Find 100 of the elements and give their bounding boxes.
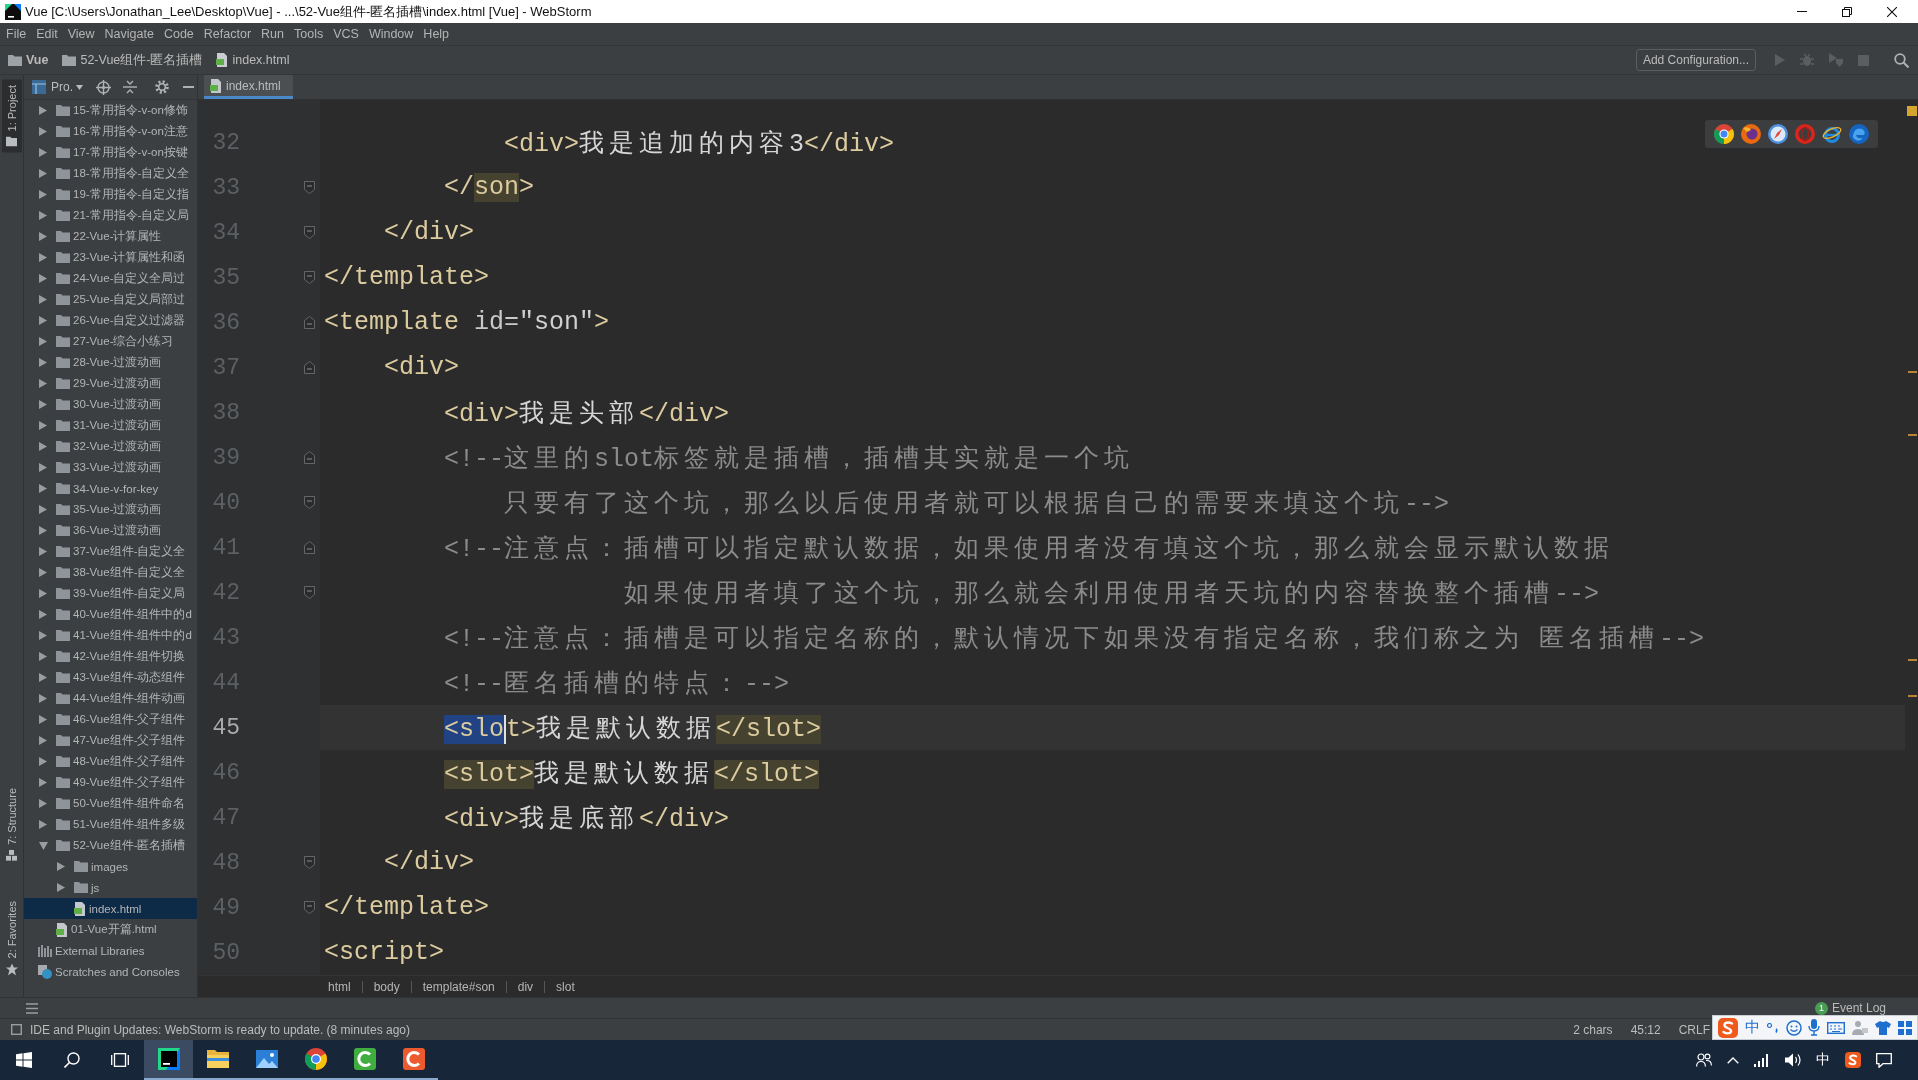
tree-item[interactable]: 32-Vue-过渡动画 bbox=[24, 436, 197, 457]
caret-position[interactable]: 45:12 bbox=[1630, 1022, 1661, 1037]
caret-right-icon[interactable] bbox=[39, 232, 47, 241]
caret-right-icon[interactable] bbox=[39, 148, 47, 157]
browser-icon[interactable] bbox=[1822, 124, 1842, 144]
caret-right-icon[interactable] bbox=[57, 883, 65, 892]
tree-item[interactable]: 19-常用指令-自定义指 bbox=[24, 184, 197, 205]
restore-icon[interactable] bbox=[1842, 6, 1852, 17]
fold-end-icon[interactable] bbox=[304, 901, 315, 914]
caret-right-icon[interactable] bbox=[39, 778, 47, 787]
frame-icon[interactable] bbox=[11, 1024, 22, 1035]
tree-item[interactable]: 43-Vue组件-动态组件 bbox=[24, 667, 197, 688]
caret-right-icon[interactable] bbox=[39, 106, 47, 115]
view-selector[interactable]: Pro. bbox=[51, 80, 83, 94]
menu-item[interactable]: View bbox=[62, 27, 100, 41]
tree-item[interactable]: 21-常用指令-自定义局 bbox=[24, 205, 197, 226]
tree-item[interactable]: 18-常用指令-自定义全 bbox=[24, 163, 197, 184]
caret-right-icon[interactable] bbox=[39, 295, 47, 304]
caret-right-icon[interactable] bbox=[39, 547, 47, 556]
settings-icon[interactable] bbox=[155, 80, 169, 94]
tree-item[interactable]: 16-常用指令-v-on注意 bbox=[24, 121, 197, 142]
caret-right-icon[interactable] bbox=[39, 421, 47, 430]
tree-item[interactable]: js bbox=[24, 877, 197, 898]
caret-right-icon[interactable] bbox=[39, 400, 47, 409]
taskbar-app[interactable] bbox=[144, 1040, 193, 1080]
caret-right-icon[interactable] bbox=[39, 652, 47, 661]
menu-item[interactable]: Help bbox=[418, 27, 455, 41]
caret-right-icon[interactable] bbox=[39, 757, 47, 766]
caret-right-icon[interactable] bbox=[39, 127, 47, 136]
tree-item[interactable]: 17-常用指令-v-on按键 bbox=[24, 142, 197, 163]
menu-item[interactable]: File bbox=[1, 27, 32, 41]
keyboard-icon[interactable] bbox=[1827, 1021, 1846, 1034]
ime-mode[interactable]: 中 bbox=[1745, 1018, 1761, 1037]
tree-item[interactable]: images bbox=[24, 856, 197, 877]
browser-icon[interactable] bbox=[1768, 124, 1788, 144]
smiley-icon[interactable] bbox=[1785, 1019, 1802, 1036]
menu-item[interactable]: VCS bbox=[328, 27, 364, 41]
tool-window-tab[interactable]: 2: Favorites bbox=[1, 894, 22, 981]
tree-item[interactable]: 52-Vue组件-匿名插槽 bbox=[24, 835, 197, 856]
breadcrumb-item[interactable]: html bbox=[324, 979, 355, 994]
menu-item[interactable]: Navigate bbox=[99, 27, 159, 41]
run-configuration-button[interactable]: Add Configuration... bbox=[1635, 49, 1756, 71]
start-icon[interactable] bbox=[16, 1052, 32, 1068]
punctuation-icon[interactable] bbox=[1766, 1022, 1779, 1033]
nav-path-item[interactable]: index.html bbox=[216, 53, 290, 67]
menu-item[interactable]: Tools bbox=[289, 27, 329, 41]
grid-icon[interactable] bbox=[1897, 1020, 1912, 1035]
breadcrumb-item[interactable]: body bbox=[369, 979, 404, 994]
tree-item[interactable]: 29-Vue-过渡动画 bbox=[24, 373, 197, 394]
tool-windows-icon[interactable] bbox=[26, 1002, 38, 1014]
tree-item[interactable]: 31-Vue-过渡动画 bbox=[24, 415, 197, 436]
breadcrumb-item[interactable]: template#son bbox=[418, 979, 499, 994]
tree-item[interactable]: 37-Vue组件-自定义全 bbox=[24, 541, 197, 562]
fold-start-icon[interactable] bbox=[304, 361, 315, 374]
tree-item[interactable]: 35-Vue-过渡动画 bbox=[24, 499, 197, 520]
person-icon[interactable] bbox=[1851, 1019, 1868, 1036]
tree-item[interactable]: 25-Vue-自定义局部过 bbox=[24, 289, 197, 310]
tree-item[interactable]: 38-Vue组件-自定义全 bbox=[24, 562, 197, 583]
tree-item[interactable]: 34-Vue-v-for-key bbox=[24, 478, 197, 499]
microphone-icon[interactable] bbox=[1808, 1019, 1821, 1036]
browser-icon[interactable] bbox=[1741, 124, 1761, 144]
caret-right-icon[interactable] bbox=[39, 568, 47, 577]
menu-item[interactable]: Run bbox=[256, 27, 289, 41]
tree-item[interactable]: Scratches and Consoles bbox=[24, 961, 197, 982]
fold-start-icon[interactable] bbox=[304, 316, 315, 329]
caret-right-icon[interactable] bbox=[39, 484, 47, 493]
caret-right-icon[interactable] bbox=[39, 169, 47, 178]
tree-item[interactable]: 41-Vue组件-组件中的d bbox=[24, 625, 197, 646]
fold-end-icon[interactable] bbox=[304, 856, 315, 869]
menu-item[interactable]: Code bbox=[158, 27, 199, 41]
tree-item[interactable]: 23-Vue-计算属性和函 bbox=[24, 247, 197, 268]
editor-tab[interactable]: index.html bbox=[204, 75, 293, 99]
caret-right-icon[interactable] bbox=[39, 715, 47, 724]
tree-item[interactable]: 49-Vue组件-父子组件 bbox=[24, 772, 197, 793]
caret-right-icon[interactable] bbox=[57, 862, 65, 871]
tool-window-tab[interactable]: 7: Structure bbox=[1, 781, 22, 867]
tree-item[interactable]: 27-Vue-综合小练习 bbox=[24, 331, 197, 352]
line-separator[interactable]: CRLF bbox=[1678, 1022, 1710, 1037]
close-icon[interactable] bbox=[1887, 6, 1897, 17]
tree-item[interactable]: External Libraries bbox=[24, 940, 197, 961]
caret-right-icon[interactable] bbox=[39, 274, 47, 283]
caret-right-icon[interactable] bbox=[39, 610, 47, 619]
input-method-indicator[interactable]: 中 bbox=[1816, 1051, 1830, 1069]
caret-right-icon[interactable] bbox=[39, 694, 47, 703]
tree-item[interactable]: 30-Vue-过渡动画 bbox=[24, 394, 197, 415]
caret-right-icon[interactable] bbox=[39, 589, 47, 598]
caret-right-icon[interactable] bbox=[39, 736, 47, 745]
chevron-up-icon[interactable] bbox=[1727, 1056, 1739, 1064]
ime-logo-icon[interactable] bbox=[1845, 1052, 1861, 1068]
menu-item[interactable]: Edit bbox=[31, 27, 63, 41]
tree-item[interactable]: 33-Vue-过渡动画 bbox=[24, 457, 197, 478]
tree-item[interactable]: 28-Vue-过渡动画 bbox=[24, 352, 197, 373]
tree-item[interactable]: 46-Vue组件-父子组件 bbox=[24, 709, 197, 730]
tree-item[interactable]: index.html bbox=[24, 898, 197, 919]
caret-right-icon[interactable] bbox=[39, 799, 47, 808]
caret-right-icon[interactable] bbox=[39, 820, 47, 829]
fold-end-icon[interactable] bbox=[304, 226, 315, 239]
fold-end-icon[interactable] bbox=[304, 586, 315, 599]
tool-window-tab[interactable]: 1: Project bbox=[1, 79, 22, 153]
caret-right-icon[interactable] bbox=[39, 673, 47, 682]
